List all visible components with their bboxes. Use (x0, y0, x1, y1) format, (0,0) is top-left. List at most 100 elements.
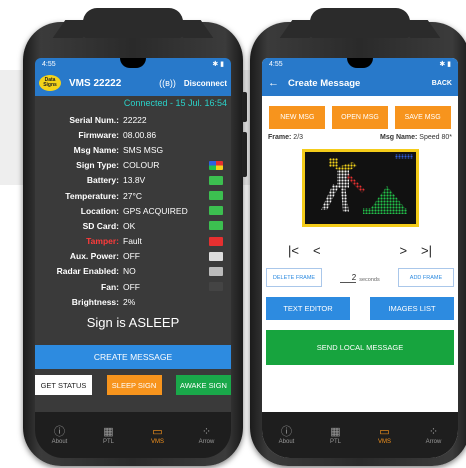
status-row: Fan: OFF (35, 279, 231, 294)
status-key: Tamper: (86, 236, 119, 247)
hand-icon (209, 236, 223, 246)
nav-ptl[interactable]: ▦ PTL (316, 425, 356, 445)
nav-arrow[interactable]: ⁘ Arrow (414, 425, 454, 445)
page-title: Create Message (288, 77, 361, 89)
create-message-screen: 4:55 ✱ ▮ ← Create Message BACK NEW MSG O… (262, 58, 458, 458)
create-message-button[interactable]: CREATE MESSAGE (35, 345, 231, 370)
new-msg-button[interactable]: NEW MSG (269, 106, 326, 129)
status-key: Firmware: (78, 129, 119, 140)
status-key: Fan: (101, 281, 119, 292)
data-signs-logo: Data Signs (39, 75, 61, 91)
nav-ptl[interactable]: ▦ PTL (89, 425, 129, 445)
nav-vms[interactable]: ▭ VMS (138, 425, 178, 445)
disconnect-button[interactable]: Disconnect (184, 79, 227, 88)
status-key: Sign Type: (76, 160, 119, 171)
first-frame-icon[interactable]: |< (288, 243, 299, 258)
save-msg-button[interactable]: SAVE MSG (394, 106, 451, 129)
delete-frame-button[interactable]: DELETE FRAME (266, 268, 322, 287)
status-key: Radar Enabled: (56, 266, 119, 277)
info-icon: ⓘ (281, 426, 292, 438)
battery-icon (209, 175, 223, 185)
phone-left: 4:55 ✱ ▮ Data Signs VMS 22222 ((ʙ)) Disc… (23, 8, 247, 466)
status-row: Radar Enabled: NO (35, 264, 231, 279)
bottom-nav: ⓘ About ▦ PTL ▭ VMS ⁘ Arrow (262, 412, 458, 458)
status-row: Location: GPS ACQUIRED (35, 203, 231, 218)
seconds-input[interactable]: 2 (340, 273, 357, 283)
arrow-board-icon: ⁘ (201, 426, 212, 438)
status-key: Location: (80, 205, 119, 216)
status-value: SMS MSG (123, 144, 164, 155)
nav-vms[interactable]: ▭ VMS (365, 425, 405, 445)
status-value: COLOUR (123, 160, 160, 171)
status-key: Brightness: (71, 296, 119, 307)
text-editor-button[interactable]: TEXT EDITOR (266, 297, 350, 320)
status-value: 27°C (123, 190, 142, 201)
status-value: OFF (123, 251, 140, 262)
status-row: Msg Name: SMS MSG (35, 142, 231, 157)
plug-icon (209, 251, 223, 261)
info-icon: ⓘ (54, 426, 65, 438)
back-arrow-icon[interactable]: ← (268, 77, 282, 89)
nav-about[interactable]: ⓘ About (40, 425, 80, 445)
status-key: Battery: (86, 175, 119, 186)
nav-about[interactable]: ⓘ About (267, 425, 307, 445)
status-key: Msg Name: (73, 144, 119, 155)
thermometer-icon (209, 191, 223, 201)
awake-sign-button[interactable]: AWAKE SIGN (176, 375, 231, 396)
add-frame-button[interactable]: ADD FRAME (398, 268, 454, 287)
prev-frame-icon[interactable]: < (313, 243, 321, 258)
app-header: Data Signs VMS 22222 ((ʙ)) Disconnect (35, 70, 231, 96)
bottom-nav: ⓘ About ▦ PTL ▭ VMS ⁘ Arrow (35, 412, 231, 458)
traffic-light-icon: ▦ (103, 426, 114, 438)
status-value: OK (123, 220, 136, 231)
msg-name-info: Msg Name: Speed 80* (380, 134, 452, 141)
status-fields: Serial Num.: 22222 Firmware: 08.00.86 Msg Na… (35, 110, 231, 309)
status-key: SD Card: (82, 220, 119, 231)
status-value: OFF (123, 281, 140, 292)
status-value: Fault (123, 236, 142, 247)
vms-sign-icon: ▭ (152, 426, 163, 438)
get-status-button[interactable]: GET STATUS (35, 375, 92, 396)
frame-duration: 2 seconds (340, 273, 380, 283)
status-row: Brightness: 2% (35, 294, 231, 309)
status-row: Tamper: Fault (35, 234, 231, 249)
location-pin-icon (209, 206, 223, 216)
clock: 4:55 (269, 60, 283, 68)
bluetooth-icon: ((ʙ)) (159, 78, 176, 88)
status-screen: 4:55 ✱ ▮ Data Signs VMS 22222 ((ʙ)) Disc… (35, 58, 231, 458)
vms-sign-icon: ▭ (379, 426, 390, 438)
arrow-board-icon: ⁘ (428, 426, 439, 438)
status-row: Sign Type: COLOUR (35, 158, 231, 173)
colour-icon (209, 160, 223, 170)
device-title: VMS 22222 (69, 77, 122, 89)
open-msg-button[interactable]: OPEN MSG (331, 106, 388, 129)
radar-icon (209, 266, 223, 276)
images-list-button[interactable]: IMAGES LIST (370, 297, 454, 320)
sleep-sign-button[interactable]: SLEEP SIGN (106, 375, 162, 396)
sd-card-icon (209, 221, 223, 231)
back-button[interactable]: BACK (432, 80, 452, 87)
frame-info: Frame: 2/3 (268, 134, 304, 141)
phone-right: 4:55 ✱ ▮ ← Create Message BACK NEW MSG O… (250, 8, 466, 466)
send-local-message-button[interactable]: SEND LOCAL MESSAGE (266, 330, 454, 365)
status-key: Temperature: (65, 190, 119, 201)
status-key: Aux. Power: (69, 251, 119, 262)
status-key: Serial Num.: (69, 114, 119, 125)
status-row: Serial Num.: 22222 (35, 112, 231, 127)
status-icons: ✱ ▮ (439, 61, 451, 68)
status-row: SD Card: OK (35, 218, 231, 233)
status-row: Aux. Power: OFF (35, 249, 231, 264)
status-value: GPS ACQUIRED (123, 205, 188, 216)
last-frame-icon[interactable]: >| (421, 243, 432, 258)
connection-status: Connected - 15 Jul. 16:54 (123, 98, 227, 108)
sign-state: Sign is ASLEEP (86, 315, 180, 331)
status-row: Firmware: 08.00.86 (35, 127, 231, 142)
roadwork-pictogram (320, 154, 413, 214)
nav-arrow[interactable]: ⁘ Arrow (187, 425, 227, 445)
next-frame-icon[interactable]: > (399, 243, 407, 258)
app-header: ← Create Message BACK (262, 70, 458, 96)
status-row: Battery: 13.8V (35, 173, 231, 188)
status-value: 22222 (123, 114, 147, 125)
status-value: 2% (123, 296, 136, 307)
status-icons: ✱ ▮ (212, 61, 224, 68)
